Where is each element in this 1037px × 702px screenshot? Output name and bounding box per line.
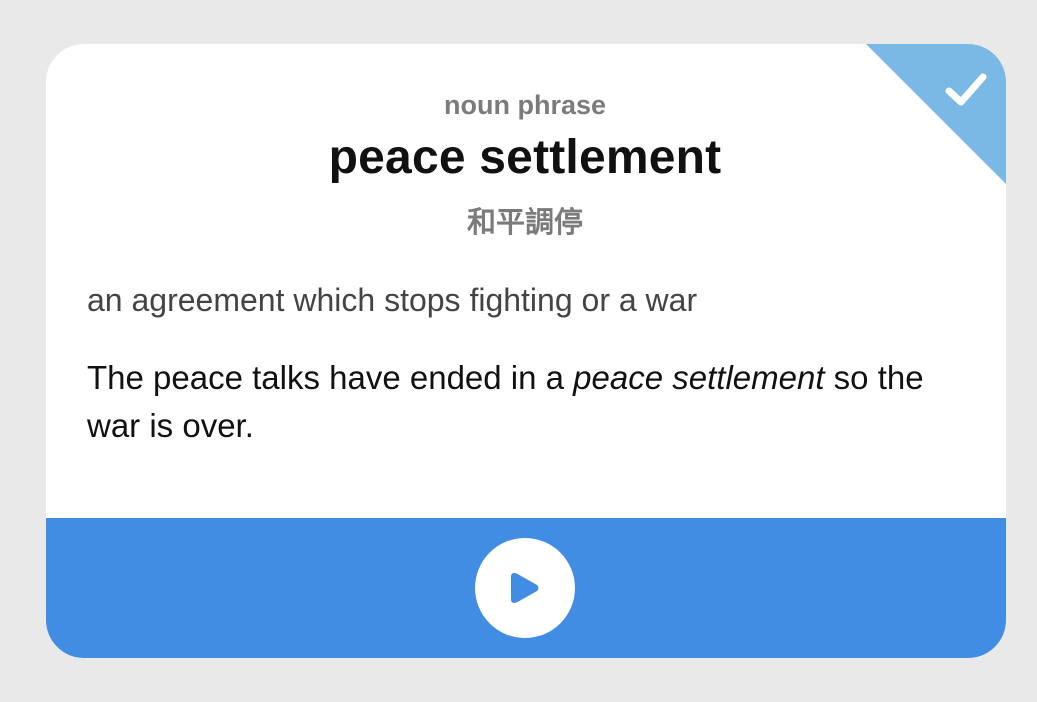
audio-bar [46, 518, 1006, 658]
word-type-label: noun phrase [443, 90, 606, 120]
translation: 和平調停 [466, 205, 583, 239]
headword: peace settlement [328, 131, 722, 184]
example-highlight: peace settlement [573, 359, 825, 396]
example-text-before: The peace talks have ended in a [87, 359, 574, 396]
example-sentence: The peace talks have ended in a peace se… [87, 354, 967, 450]
play-icon [508, 570, 542, 606]
play-button[interactable] [475, 538, 575, 638]
definition: an agreement which stops fighting or a w… [87, 282, 698, 318]
flashcard: noun phrase peace settlement 和平調停 an agr… [46, 44, 1006, 658]
